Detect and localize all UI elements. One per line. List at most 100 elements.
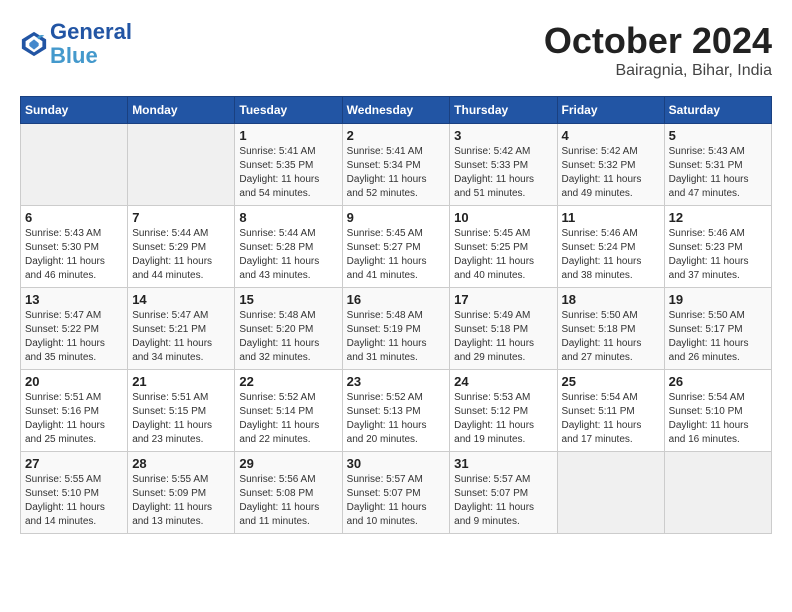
calendar-week-row: 20 Sunrise: 5:51 AMSunset: 5:16 PMDayligh… (21, 370, 772, 452)
calendar-cell: 13Sunrise: 5:47 AMSunset: 5:22 PMDayligh… (21, 288, 128, 370)
calendar-cell: 24 Sunrise: 5:53 AMSunset: 5:12 PMDayligh… (450, 370, 557, 452)
calendar-cell: 23 Sunrise: 5:52 AMSunset: 5:13 PMDayligh… (342, 370, 450, 452)
day-detail: Sunrise: 5:43 AMSunset: 5:30 PMDaylight:… (25, 227, 123, 283)
day-number: 10 (454, 210, 552, 225)
calendar-cell: 26 Sunrise: 5:54 AMSunset: 5:10 PMDayligh… (664, 370, 771, 452)
calendar-cell: 17 Sunrise: 5:49 AMSunset: 5:18 PMDayligh… (450, 288, 557, 370)
calendar-cell: 15 Sunrise: 5:48 AMSunset: 5:20 PMDayligh… (235, 288, 342, 370)
day-number: 13 (25, 292, 123, 307)
calendar-cell: 28 Sunrise: 5:55 AMSunset: 5:09 PMDayligh… (128, 452, 235, 534)
day-number: 23 (347, 374, 446, 389)
day-number: 29 (239, 456, 337, 471)
day-number: 15 (239, 292, 337, 307)
day-detail: Sunrise: 5:52 AMSunset: 5:13 PMDaylight:… (347, 391, 446, 447)
day-number: 28 (132, 456, 230, 471)
calendar-table: SundayMondayTuesdayWednesdayThursdayFrid… (20, 96, 772, 534)
day-detail: Sunrise: 5:41 AMSunset: 5:35 PMDaylight:… (239, 145, 337, 201)
day-detail: Sunrise: 5:52 AMSunset: 5:14 PMDaylight:… (239, 391, 337, 447)
logo: GeneralBlue (20, 20, 132, 68)
day-detail: Sunrise: 5:48 AMSunset: 5:19 PMDaylight:… (347, 309, 446, 365)
day-number: 26 (669, 374, 767, 389)
day-detail: Sunrise: 5:55 AMSunset: 5:09 PMDaylight:… (132, 473, 230, 529)
day-detail: Sunrise: 5:41 AMSunset: 5:34 PMDaylight:… (347, 145, 446, 201)
calendar-cell: 31 Sunrise: 5:57 AMSunset: 5:07 PMDayligh… (450, 452, 557, 534)
calendar-cell: 20 Sunrise: 5:51 AMSunset: 5:16 PMDayligh… (21, 370, 128, 452)
calendar-cell: 8 Sunrise: 5:44 AMSunset: 5:28 PMDaylight… (235, 206, 342, 288)
calendar-cell: 16 Sunrise: 5:48 AMSunset: 5:19 PMDayligh… (342, 288, 450, 370)
calendar-week-row: 6 Sunrise: 5:43 AMSunset: 5:30 PMDaylight… (21, 206, 772, 288)
calendar-cell: 7 Sunrise: 5:44 AMSunset: 5:29 PMDaylight… (128, 206, 235, 288)
day-number: 14 (132, 292, 230, 307)
month-title: October 2024 (544, 20, 772, 62)
day-number: 20 (25, 374, 123, 389)
day-detail: Sunrise: 5:50 AMSunset: 5:18 PMDaylight:… (562, 309, 660, 365)
day-detail: Sunrise: 5:57 AMSunset: 5:07 PMDaylight:… (454, 473, 552, 529)
calendar-cell: 5Sunrise: 5:43 AMSunset: 5:31 PMDaylight… (664, 124, 771, 206)
calendar-week-row: 13Sunrise: 5:47 AMSunset: 5:22 PMDayligh… (21, 288, 772, 370)
day-number: 21 (132, 374, 230, 389)
day-detail: Sunrise: 5:45 AMSunset: 5:27 PMDaylight:… (347, 227, 446, 283)
day-number: 1 (239, 128, 337, 143)
day-number: 6 (25, 210, 123, 225)
calendar-cell: 22 Sunrise: 5:52 AMSunset: 5:14 PMDayligh… (235, 370, 342, 452)
calendar-cell: 9 Sunrise: 5:45 AMSunset: 5:27 PMDaylight… (342, 206, 450, 288)
calendar-cell: 11 Sunrise: 5:46 AMSunset: 5:24 PMDayligh… (557, 206, 664, 288)
day-detail: Sunrise: 5:51 AMSunset: 5:16 PMDaylight:… (25, 391, 123, 447)
day-number: 22 (239, 374, 337, 389)
calendar-cell: 6 Sunrise: 5:43 AMSunset: 5:30 PMDaylight… (21, 206, 128, 288)
calendar-cell: 21 Sunrise: 5:51 AMSunset: 5:15 PMDayligh… (128, 370, 235, 452)
day-number: 16 (347, 292, 446, 307)
logo-icon (20, 30, 48, 58)
day-number: 11 (562, 210, 660, 225)
day-number: 27 (25, 456, 123, 471)
calendar-cell: 4Sunrise: 5:42 AMSunset: 5:32 PMDaylight… (557, 124, 664, 206)
weekday-header: Friday (557, 97, 664, 124)
logo-text: GeneralBlue (50, 20, 132, 68)
day-number: 12 (669, 210, 767, 225)
calendar-cell: 1 Sunrise: 5:41 AMSunset: 5:35 PMDaylight… (235, 124, 342, 206)
day-detail: Sunrise: 5:53 AMSunset: 5:12 PMDaylight:… (454, 391, 552, 447)
day-detail: Sunrise: 5:48 AMSunset: 5:20 PMDaylight:… (239, 309, 337, 365)
day-detail: Sunrise: 5:51 AMSunset: 5:15 PMDaylight:… (132, 391, 230, 447)
day-detail: Sunrise: 5:54 AMSunset: 5:11 PMDaylight:… (562, 391, 660, 447)
day-detail: Sunrise: 5:57 AMSunset: 5:07 PMDaylight:… (347, 473, 446, 529)
day-detail: Sunrise: 5:47 AMSunset: 5:21 PMDaylight:… (132, 309, 230, 365)
day-number: 19 (669, 292, 767, 307)
weekday-header: Tuesday (235, 97, 342, 124)
calendar-cell: 29 Sunrise: 5:56 AMSunset: 5:08 PMDayligh… (235, 452, 342, 534)
calendar-week-row: 1 Sunrise: 5:41 AMSunset: 5:35 PMDaylight… (21, 124, 772, 206)
day-number: 9 (347, 210, 446, 225)
day-number: 8 (239, 210, 337, 225)
page-header: GeneralBlue October 2024 Bairagnia, Biha… (20, 20, 772, 80)
calendar-cell: 30Sunrise: 5:57 AMSunset: 5:07 PMDayligh… (342, 452, 450, 534)
day-detail: Sunrise: 5:56 AMSunset: 5:08 PMDaylight:… (239, 473, 337, 529)
day-detail: Sunrise: 5:44 AMSunset: 5:29 PMDaylight:… (132, 227, 230, 283)
weekday-header: Monday (128, 97, 235, 124)
calendar-cell (557, 452, 664, 534)
weekday-header: Saturday (664, 97, 771, 124)
day-number: 31 (454, 456, 552, 471)
title-area: October 2024 Bairagnia, Bihar, India (544, 20, 772, 80)
calendar-cell: 3Sunrise: 5:42 AMSunset: 5:33 PMDaylight… (450, 124, 557, 206)
day-detail: Sunrise: 5:44 AMSunset: 5:28 PMDaylight:… (239, 227, 337, 283)
calendar-cell: 12Sunrise: 5:46 AMSunset: 5:23 PMDayligh… (664, 206, 771, 288)
day-number: 5 (669, 128, 767, 143)
calendar-cell: 2Sunrise: 5:41 AMSunset: 5:34 PMDaylight… (342, 124, 450, 206)
calendar-cell: 14 Sunrise: 5:47 AMSunset: 5:21 PMDayligh… (128, 288, 235, 370)
calendar-cell: 18 Sunrise: 5:50 AMSunset: 5:18 PMDayligh… (557, 288, 664, 370)
day-number: 7 (132, 210, 230, 225)
day-number: 3 (454, 128, 552, 143)
day-detail: Sunrise: 5:46 AMSunset: 5:24 PMDaylight:… (562, 227, 660, 283)
day-number: 4 (562, 128, 660, 143)
day-detail: Sunrise: 5:49 AMSunset: 5:18 PMDaylight:… (454, 309, 552, 365)
day-number: 24 (454, 374, 552, 389)
weekday-header: Sunday (21, 97, 128, 124)
day-detail: Sunrise: 5:54 AMSunset: 5:10 PMDaylight:… (669, 391, 767, 447)
calendar-cell: 19Sunrise: 5:50 AMSunset: 5:17 PMDayligh… (664, 288, 771, 370)
calendar-cell (21, 124, 128, 206)
day-number: 18 (562, 292, 660, 307)
location: Bairagnia, Bihar, India (544, 62, 772, 80)
calendar-cell: 27Sunrise: 5:55 AMSunset: 5:10 PMDayligh… (21, 452, 128, 534)
day-number: 17 (454, 292, 552, 307)
calendar-cell: 25Sunrise: 5:54 AMSunset: 5:11 PMDayligh… (557, 370, 664, 452)
